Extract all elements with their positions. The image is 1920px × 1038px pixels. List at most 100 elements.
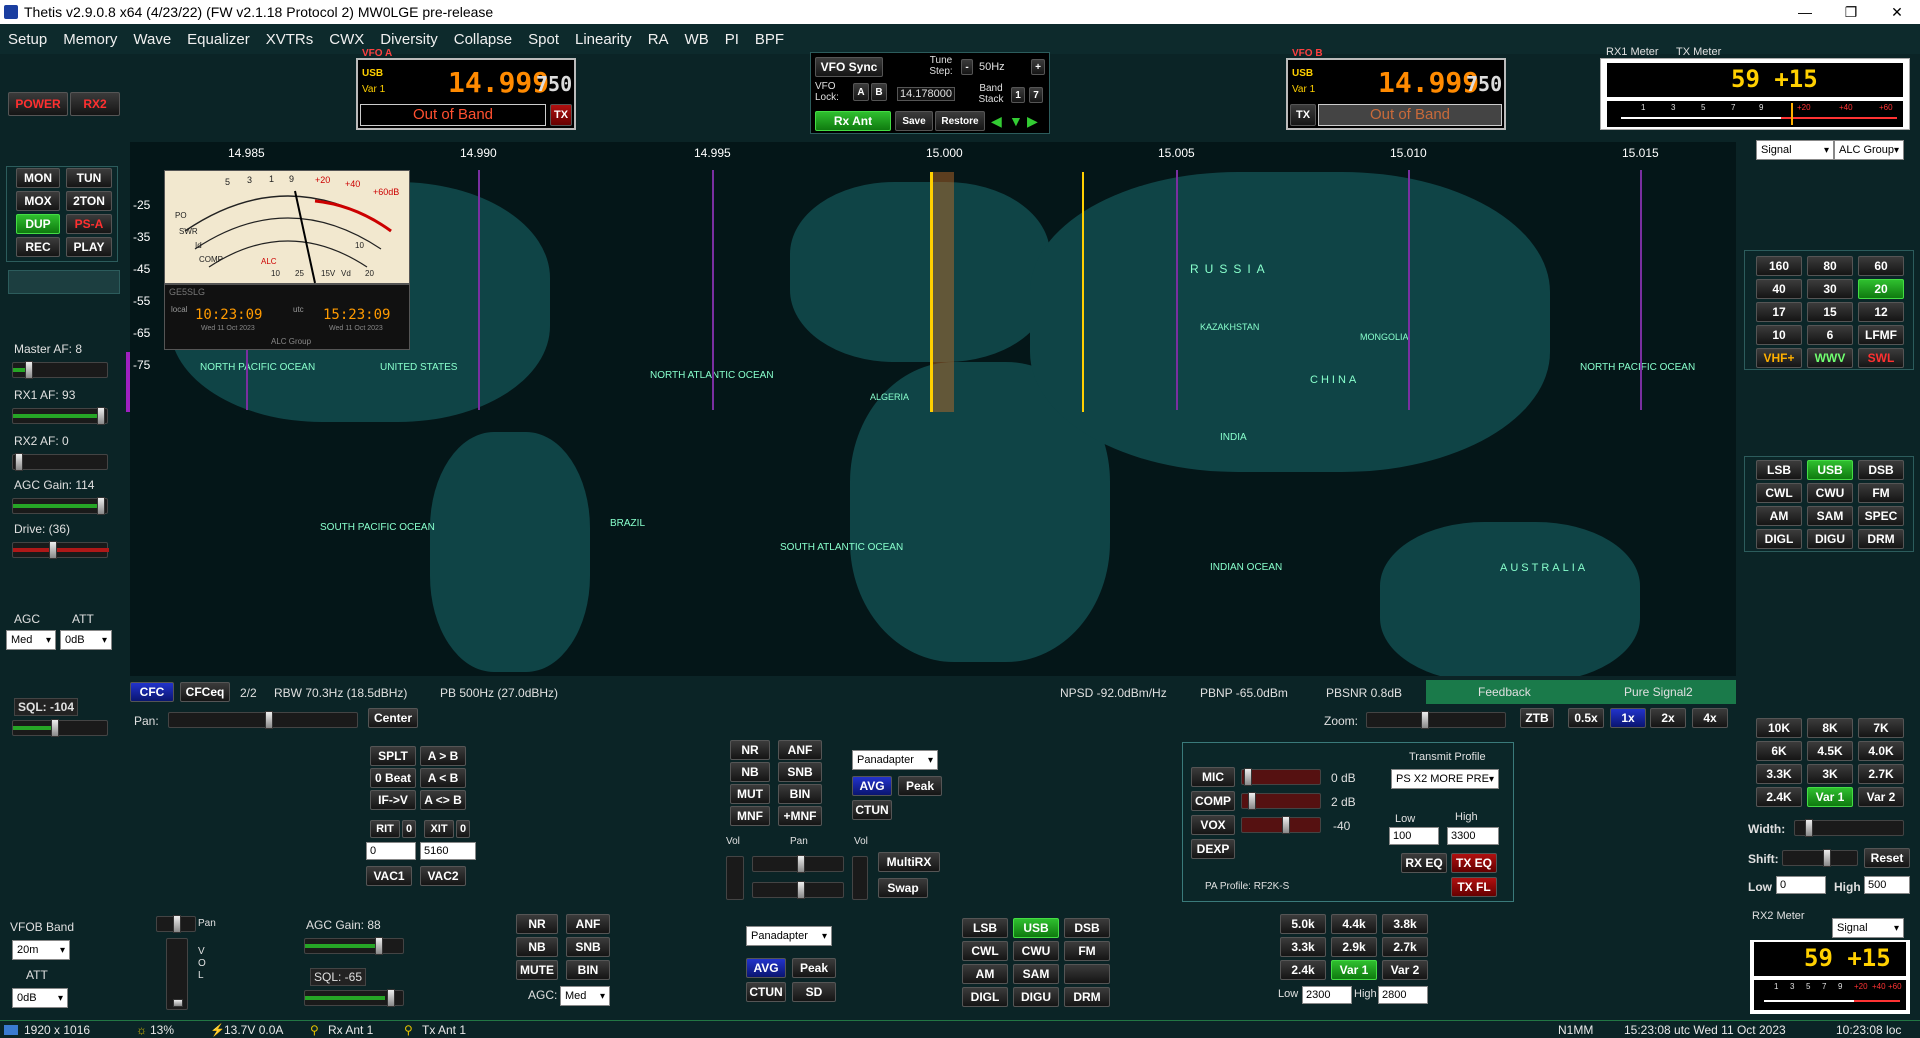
vfo-lock-b-button[interactable]: B bbox=[871, 83, 887, 101]
menu-linearity[interactable]: Linearity bbox=[567, 31, 640, 48]
rx2-nb-button[interactable]: NB bbox=[516, 937, 558, 957]
tune-step-plus-button[interactable]: + bbox=[1031, 59, 1045, 75]
vfo-sync-button[interactable]: VFO Sync bbox=[815, 57, 883, 77]
mode-am-button[interactable]: AM bbox=[1756, 506, 1802, 526]
xit-spin[interactable]: 5160 bbox=[420, 842, 476, 860]
band-20-button[interactable]: 20 bbox=[1858, 279, 1904, 299]
ps-a-button[interactable]: PS-A bbox=[66, 214, 112, 234]
mode-drm-button[interactable]: DRM bbox=[1858, 529, 1904, 549]
tx-meter-select[interactable]: ALC Group bbox=[1834, 140, 1904, 160]
vac1-button[interactable]: VAC1 bbox=[366, 866, 412, 886]
cfc-button[interactable]: CFC bbox=[130, 682, 174, 702]
split-button[interactable]: SPLT bbox=[370, 746, 416, 766]
mode-cwl-button[interactable]: CWL bbox=[1756, 483, 1802, 503]
rx2-mode-sam-button[interactable]: SAM bbox=[1013, 964, 1059, 984]
width-slider[interactable] bbox=[1794, 819, 1904, 837]
rx2-att-select[interactable]: 0dB bbox=[12, 988, 68, 1008]
menu-wb[interactable]: WB bbox=[677, 31, 717, 48]
rx2-pan-slider[interactable] bbox=[752, 881, 844, 899]
mic-slider[interactable] bbox=[1241, 768, 1321, 786]
minimize-button[interactable]: — bbox=[1782, 4, 1828, 21]
zero-beat-button[interactable]: 0 Beat bbox=[370, 768, 416, 788]
filter-2-4k-button[interactable]: 2.4K bbox=[1756, 787, 1802, 807]
rx1-pan-slider[interactable] bbox=[752, 855, 844, 873]
ztb-button[interactable]: ZTB bbox=[1520, 708, 1554, 728]
band-12-button[interactable]: 12 bbox=[1858, 302, 1904, 322]
rx2-anf-button[interactable]: ANF bbox=[566, 914, 610, 934]
menu-collapse[interactable]: Collapse bbox=[446, 31, 520, 48]
zoom-2x-button[interactable]: 2x bbox=[1650, 708, 1686, 728]
close-button[interactable]: ✕ bbox=[1874, 4, 1920, 21]
band-wwv-button[interactable]: WWV bbox=[1807, 348, 1853, 368]
band-stack-1-button[interactable]: 1 bbox=[1011, 87, 1025, 103]
rx2-agc-select[interactable]: Med bbox=[560, 986, 610, 1006]
rx1-display-select[interactable]: Panadapter bbox=[852, 750, 938, 770]
filter-var-1-button[interactable]: Var 1 bbox=[1807, 787, 1853, 807]
band-swl-button[interactable]: SWL bbox=[1858, 348, 1904, 368]
rx2-meter-select[interactable]: Signal bbox=[1832, 918, 1904, 938]
zoom-slider[interactable] bbox=[1366, 711, 1506, 729]
plus-mnf-button[interactable]: +MNF bbox=[778, 806, 822, 826]
vac2-button[interactable]: VAC2 bbox=[420, 866, 466, 886]
mox-button[interactable]: MOX bbox=[16, 191, 60, 211]
band-lfmf-button[interactable]: LFMF bbox=[1858, 325, 1904, 345]
mode-usb-button[interactable]: USB bbox=[1807, 460, 1853, 480]
rx2-mode-lsb-button[interactable]: LSB bbox=[962, 918, 1008, 938]
b-to-a-button[interactable]: A < B bbox=[420, 768, 466, 788]
filter-4-0k-button[interactable]: 4.0K bbox=[1858, 741, 1904, 761]
band-15-button[interactable]: 15 bbox=[1807, 302, 1853, 322]
vfo-down-arrow-icon[interactable]: ▼ bbox=[1009, 113, 1023, 129]
rx2-filter-var-2-button[interactable]: Var 2 bbox=[1382, 960, 1428, 980]
xit-button[interactable]: XIT bbox=[424, 820, 454, 838]
filter-2-7k-button[interactable]: 2.7K bbox=[1858, 764, 1904, 784]
rx2-mode-am-button[interactable]: AM bbox=[962, 964, 1008, 984]
mode-spec-button[interactable]: SPEC bbox=[1858, 506, 1904, 526]
agc-select[interactable]: Med bbox=[6, 630, 56, 650]
drive-slider[interactable] bbox=[12, 541, 109, 559]
tx-fl-button[interactable]: TX FL bbox=[1451, 877, 1497, 897]
mic-button[interactable]: MIC bbox=[1191, 767, 1235, 787]
rx2-agc-gain-slider[interactable] bbox=[304, 937, 404, 955]
tx-low-spin[interactable]: 100 bbox=[1389, 827, 1439, 845]
rec-button[interactable]: REC bbox=[16, 237, 60, 257]
filter-var-2-button[interactable]: Var 2 bbox=[1858, 787, 1904, 807]
band-80-button[interactable]: 80 bbox=[1807, 256, 1853, 276]
power-button[interactable]: POWER bbox=[8, 92, 68, 116]
mode-digu-button[interactable]: DIGU bbox=[1807, 529, 1853, 549]
filter-3k-button[interactable]: 3K bbox=[1807, 764, 1853, 784]
pan-slider[interactable] bbox=[168, 711, 358, 729]
rx2-button[interactable]: RX2 bbox=[70, 92, 120, 116]
filter-4-5k-button[interactable]: 4.5K bbox=[1807, 741, 1853, 761]
rx2-mute-button[interactable]: MUTE bbox=[516, 960, 558, 980]
zoom-1x-button[interactable]: 1x bbox=[1610, 708, 1646, 728]
rx-eq-button[interactable]: RX EQ bbox=[1401, 853, 1447, 873]
rx2-filter-high-spin[interactable]: 2800 bbox=[1378, 986, 1428, 1004]
sql-slider[interactable] bbox=[12, 719, 108, 737]
filter-8k-button[interactable]: 8K bbox=[1807, 718, 1853, 738]
band-vhf--button[interactable]: VHF+ bbox=[1756, 348, 1802, 368]
vol2-slider[interactable] bbox=[852, 856, 868, 900]
save-button[interactable]: Save bbox=[895, 111, 933, 131]
multirx-button[interactable]: MultiRX bbox=[878, 852, 940, 872]
vfo-lock-a-button[interactable]: A bbox=[853, 83, 869, 101]
vox-button[interactable]: VOX bbox=[1191, 815, 1235, 835]
menu-diversity[interactable]: Diversity bbox=[372, 31, 446, 48]
menu-cwx[interactable]: CWX bbox=[321, 31, 372, 48]
rx2-filter-var-1-button[interactable]: Var 1 bbox=[1331, 960, 1377, 980]
vfo-right-arrow-icon[interactable]: ▶ bbox=[1027, 113, 1038, 130]
if-to-v-button[interactable]: IF->V bbox=[370, 790, 416, 810]
mode-sam-button[interactable]: SAM bbox=[1807, 506, 1853, 526]
menu-setup[interactable]: Setup bbox=[0, 31, 55, 48]
rx2-af-slider[interactable] bbox=[12, 453, 108, 471]
mnf-button[interactable]: MNF bbox=[730, 806, 770, 826]
vfoa-display[interactable]: USB Var 1 14.999 750 Out of Band TX bbox=[356, 58, 576, 130]
restore-button[interactable]: ❐ bbox=[1828, 4, 1874, 21]
vfob-tx-button[interactable]: TX bbox=[1290, 104, 1316, 126]
band-30-button[interactable]: 30 bbox=[1807, 279, 1853, 299]
rx2-filter-2-7k-button[interactable]: 2.7k bbox=[1382, 937, 1428, 957]
transmit-profile-select[interactable]: PS X2 MORE PRE bbox=[1391, 769, 1499, 789]
comp-button[interactable]: COMP bbox=[1191, 791, 1235, 811]
rx2-pan-small-slider[interactable] bbox=[156, 915, 196, 933]
rx2-mode-dsb-button[interactable]: DSB bbox=[1064, 918, 1110, 938]
restore-button-vfo[interactable]: Restore bbox=[935, 111, 985, 131]
